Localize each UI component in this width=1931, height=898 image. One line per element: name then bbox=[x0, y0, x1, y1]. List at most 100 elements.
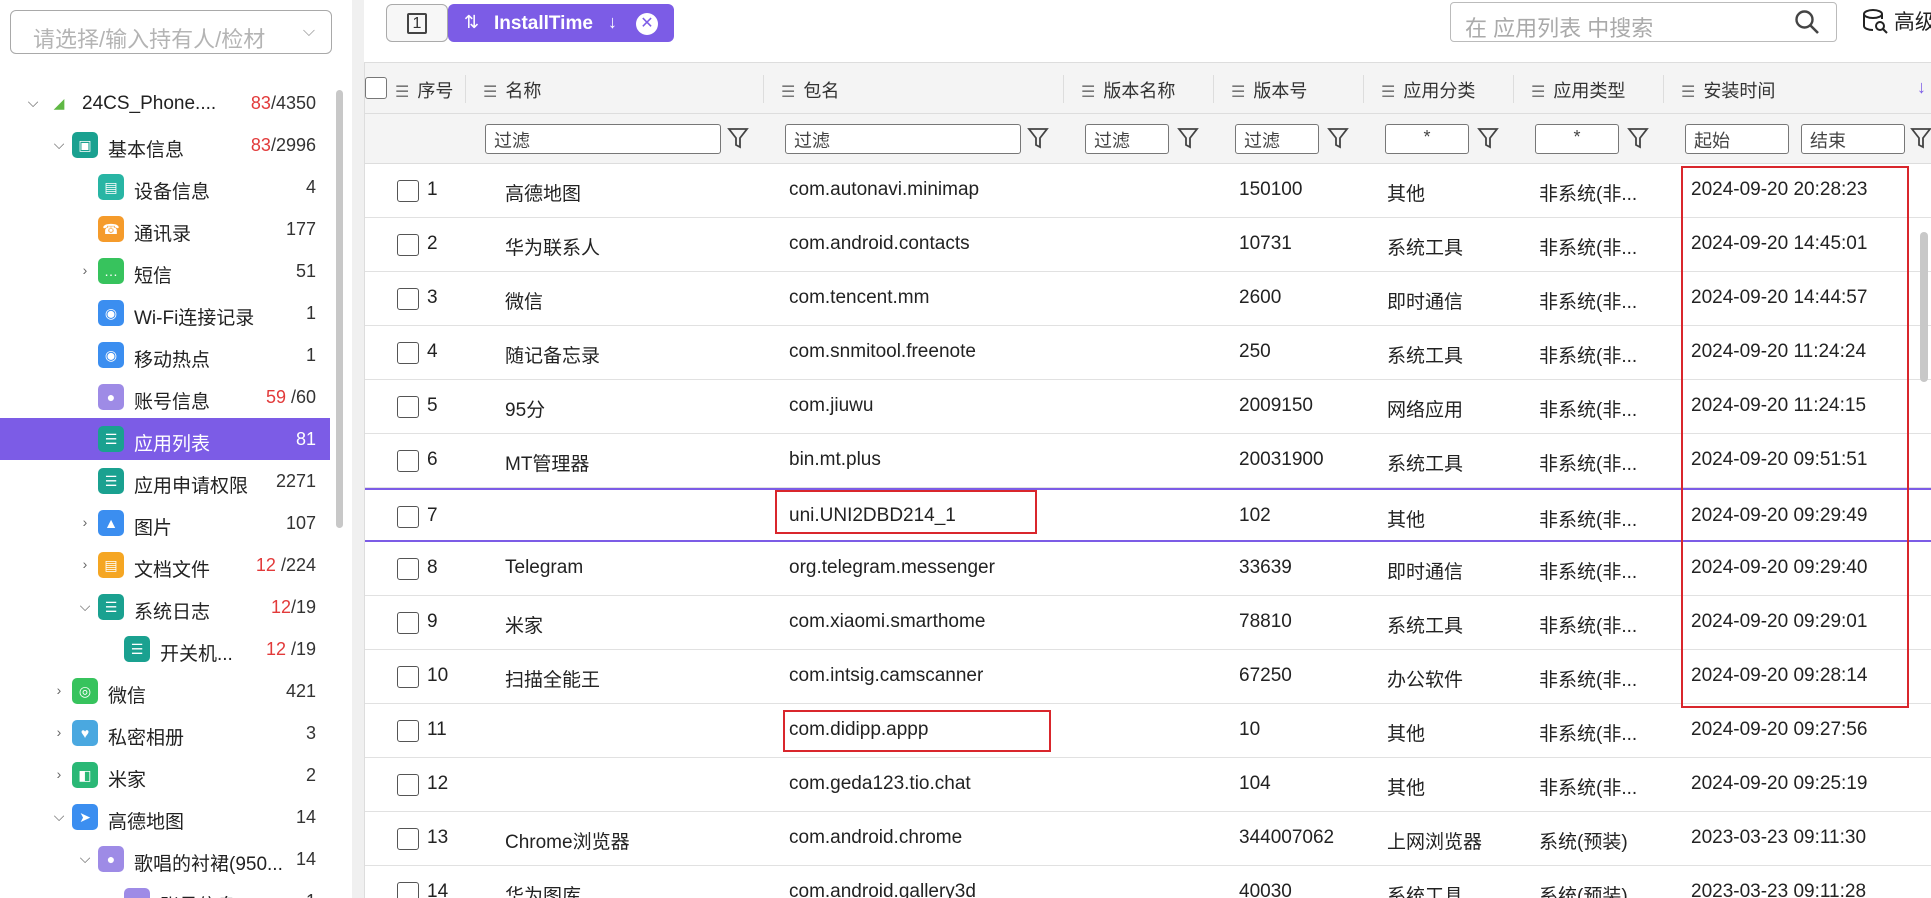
col-header-index[interactable]: ☰ 序号 bbox=[395, 77, 453, 103]
row-checkbox[interactable] bbox=[397, 288, 419, 310]
row-checkbox[interactable] bbox=[397, 882, 419, 898]
holder-select[interactable]: 请选择/输入持有人/检材 ⌵ bbox=[10, 10, 332, 54]
table-row[interactable]: 11 com.didipp.appp 10 其他 非系统(非... 2024-09-20 … bbox=[365, 704, 1931, 758]
sidebar-item[interactable]: › ▤ 文档文件 12 /224 bbox=[0, 544, 330, 586]
sidebar-item[interactable]: ⌵ ☰ 系统日志 12/19 bbox=[0, 586, 330, 628]
row-checkbox[interactable] bbox=[397, 180, 419, 202]
chevron-right-icon[interactable]: › bbox=[76, 556, 94, 572]
column-menu-icon[interactable]: ☰ bbox=[1081, 84, 1095, 101]
row-checkbox[interactable] bbox=[397, 612, 419, 634]
table-row[interactable]: 2 华为联系人 com.android.contacts 10731 系统工具 非系统(非… bbox=[365, 218, 1931, 272]
chevron-right-icon[interactable]: › bbox=[50, 682, 68, 698]
column-menu-icon[interactable]: ☰ bbox=[1231, 84, 1245, 101]
row-checkbox[interactable] bbox=[397, 558, 419, 580]
chevron-down-icon[interactable]: ⌵ bbox=[50, 808, 68, 825]
column-separator[interactable] bbox=[763, 75, 764, 103]
row-checkbox[interactable] bbox=[397, 396, 419, 418]
filter-input-package[interactable]: 过滤 bbox=[785, 124, 1021, 154]
column-menu-icon[interactable]: ☰ bbox=[483, 84, 497, 101]
col-header-version-name[interactable]: ☰ 版本名称 bbox=[1081, 77, 1175, 103]
sidebar-item[interactable]: ☰ 应用申请权限 2271 bbox=[0, 460, 330, 502]
col-header-category[interactable]: ☰ 应用分类 bbox=[1381, 77, 1475, 103]
sidebar-item[interactable]: ☎ 通讯录 177 bbox=[0, 208, 330, 250]
column-menu-icon[interactable]: ☰ bbox=[1681, 84, 1695, 101]
table-row[interactable]: 10 扫描全能王 com.intsig.camscanner 67250 办公软件 非系统… bbox=[365, 650, 1931, 704]
column-menu-icon[interactable]: ☰ bbox=[781, 84, 795, 101]
row-checkbox[interactable] bbox=[397, 720, 419, 742]
filter-icon[interactable] bbox=[1910, 126, 1931, 150]
filter-select-type[interactable]: * bbox=[1535, 124, 1619, 154]
row-checkbox[interactable] bbox=[397, 774, 419, 796]
chevron-right-icon[interactable]: › bbox=[50, 724, 68, 740]
filter-icon[interactable] bbox=[1177, 126, 1199, 150]
filter-icon[interactable] bbox=[1027, 126, 1049, 150]
column-separator[interactable] bbox=[1663, 75, 1664, 103]
row-checkbox[interactable] bbox=[397, 666, 419, 688]
column-menu-icon[interactable]: ☰ bbox=[1531, 84, 1545, 101]
col-header-type[interactable]: ☰ 应用类型 bbox=[1531, 77, 1625, 103]
row-checkbox[interactable] bbox=[397, 234, 419, 256]
filter-input-name[interactable]: 过滤 bbox=[485, 124, 721, 154]
table-row[interactable]: 1 高德地图 com.autonavi.minimap 150100 其他 非系统(非..… bbox=[365, 164, 1931, 218]
sidebar-scrollbar[interactable] bbox=[336, 90, 343, 528]
chevron-right-icon[interactable]: › bbox=[76, 262, 94, 278]
row-checkbox[interactable] bbox=[397, 828, 419, 850]
col-header-package[interactable]: ☰ 包名 bbox=[781, 77, 839, 103]
sidebar-item[interactable]: ⌵ ➤ 高德地图 14 bbox=[0, 796, 330, 838]
table-row[interactable]: 8 Telegram org.telegram.messenger 33639 即时通信… bbox=[365, 542, 1931, 596]
sort-indicator-icon[interactable]: ↓ bbox=[1917, 77, 1926, 98]
sidebar-item[interactable]: ● 账号信息 1 bbox=[0, 880, 330, 898]
table-row[interactable]: 5 95分 com.jiuwu 2009150 网络应用 非系统(非... 2024-09-… bbox=[365, 380, 1931, 434]
advanced-search-button[interactable]: 高级 bbox=[1862, 6, 1931, 42]
filter-input-version-code[interactable]: 过滤 bbox=[1235, 124, 1319, 154]
chevron-right-icon[interactable]: › bbox=[76, 514, 94, 530]
filter-input-time-start[interactable]: 起始 bbox=[1685, 124, 1789, 154]
sidebar-item[interactable]: › ▲ 图片 107 bbox=[0, 502, 330, 544]
chevron-down-icon[interactable]: ⌵ bbox=[24, 94, 42, 111]
sidebar-item[interactable]: ◉ Wi-Fi连接记录 1 bbox=[0, 292, 330, 334]
remove-sort-button[interactable]: ✕ bbox=[636, 13, 658, 35]
table-row[interactable]: 14 华为图库 com.android.gallery3d 40030 系统工具 系统(预… bbox=[365, 866, 1931, 898]
filter-icon[interactable] bbox=[727, 126, 749, 150]
sort-chip[interactable]: ⇅ InstallTime ↓ ✕ bbox=[448, 4, 674, 42]
page-number-button[interactable]: 1 bbox=[386, 4, 448, 42]
filter-input-version-name[interactable]: 过滤 bbox=[1085, 124, 1169, 154]
sidebar-item[interactable]: › ♥ 私密相册 3 bbox=[0, 712, 330, 754]
chevron-down-icon[interactable]: ⌵ bbox=[76, 598, 94, 615]
table-row[interactable]: 13 Chrome浏览器 com.android.chrome 344007062 上网… bbox=[365, 812, 1931, 866]
sidebar-item[interactable]: ☰ 开关机... 12 /19 bbox=[0, 628, 330, 670]
column-menu-icon[interactable]: ☰ bbox=[395, 84, 409, 101]
sidebar-item[interactable]: › ◧ 米家 2 bbox=[0, 754, 330, 796]
row-checkbox[interactable] bbox=[397, 506, 419, 528]
chevron-down-icon[interactable]: ⌵ bbox=[76, 850, 94, 867]
table-row[interactable]: 4 随记备忘录 com.snmitool.freenote 250 系统工具 非系统(非.… bbox=[365, 326, 1931, 380]
sidebar-item[interactable]: ☰ 应用列表 81 bbox=[0, 418, 330, 460]
row-checkbox[interactable] bbox=[397, 342, 419, 364]
table-row[interactable]: 9 米家 com.xiaomi.smarthome 78810 系统工具 非系统(非...… bbox=[365, 596, 1931, 650]
column-separator[interactable] bbox=[1363, 75, 1364, 103]
sidebar-item[interactable]: ⌵ ▣ 基本信息 83/2996 bbox=[0, 124, 330, 166]
col-header-install-time[interactable]: ☰ 安装时间 bbox=[1681, 77, 1775, 103]
sidebar-item[interactable]: ● 账号信息 59 /60 bbox=[0, 376, 330, 418]
sidebar-item[interactable]: › ◎ 微信 421 bbox=[0, 670, 330, 712]
sidebar-item[interactable]: ›… 短信 51 bbox=[0, 250, 330, 292]
filter-icon[interactable] bbox=[1627, 126, 1649, 150]
sidebar-item[interactable]: ⌵ ● 歌唱的衬裙(950... 14 bbox=[0, 838, 330, 880]
column-separator[interactable] bbox=[465, 75, 466, 103]
panel-divider[interactable] bbox=[352, 0, 364, 898]
column-separator[interactable] bbox=[1513, 75, 1514, 103]
table-row[interactable]: 12 com.geda123.tio.chat 104 其他 非系统(非... 2024-… bbox=[365, 758, 1931, 812]
table-row[interactable]: 6 MT管理器 bin.mt.plus 20031900 系统工具 非系统(非... 202… bbox=[365, 434, 1931, 488]
column-menu-icon[interactable]: ☰ bbox=[1381, 84, 1395, 101]
column-separator[interactable] bbox=[1213, 75, 1214, 103]
sidebar-item[interactable]: ⌵ ◢ 24CS_Phone.... 83/4350 bbox=[0, 82, 330, 124]
search-box[interactable]: 在 应用列表 中搜索 bbox=[1450, 2, 1837, 42]
table-row[interactable]: 3 微信 com.tencent.mm 2600 即时通信 非系统(非... 2024-09… bbox=[365, 272, 1931, 326]
filter-icon[interactable] bbox=[1327, 126, 1349, 150]
col-header-name[interactable]: ☰ 名称 bbox=[483, 77, 541, 103]
search-icon[interactable] bbox=[1794, 9, 1820, 35]
chevron-down-icon[interactable]: ⌵ bbox=[50, 136, 68, 153]
column-separator[interactable] bbox=[1063, 75, 1064, 103]
select-all-checkbox[interactable] bbox=[365, 77, 387, 99]
row-checkbox[interactable] bbox=[397, 450, 419, 472]
